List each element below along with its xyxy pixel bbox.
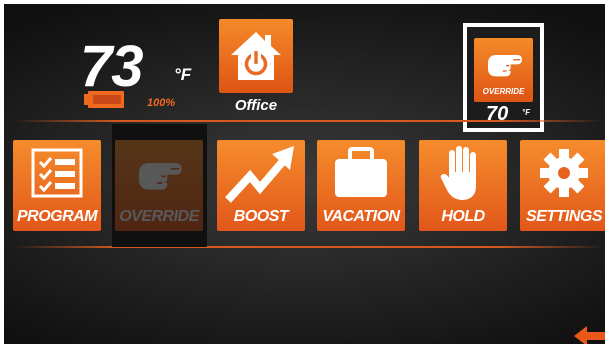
- override-button[interactable]: OVERRIDE: [115, 140, 203, 231]
- override-label: OVERRIDE: [119, 208, 199, 225]
- hand-icon: [440, 146, 476, 200]
- thermostat-screen: 73 °F 100% Office OVERRIDE 70 °F PROGRAM…: [4, 4, 605, 344]
- current-temperature: 73: [80, 34, 144, 99]
- battery-icon: [84, 91, 124, 108]
- setpoint-unit: °F: [522, 108, 531, 117]
- location-label: Office: [234, 97, 278, 114]
- divider-bottom: [14, 246, 604, 248]
- divider-top: [14, 120, 604, 122]
- boost-button[interactable]: BOOST: [217, 140, 305, 231]
- battery-percentage: 100%: [147, 97, 176, 109]
- back-arrow-icon: [574, 326, 605, 344]
- gear-icon: [540, 149, 588, 197]
- hold-label: HOLD: [441, 208, 485, 225]
- mode-label: OVERRIDE: [482, 87, 525, 96]
- settings-label: SETTINGS: [525, 208, 603, 225]
- location-button[interactable]: Office: [219, 19, 293, 117]
- settings-button[interactable]: SETTINGS: [520, 140, 605, 231]
- vacation-label: VACATION: [322, 208, 400, 225]
- boost-label: BOOST: [233, 208, 289, 225]
- house-power-icon: [231, 32, 281, 80]
- suitcase-icon: [335, 147, 387, 197]
- temperature-unit: °F: [174, 65, 192, 84]
- checklist-icon: [31, 148, 83, 198]
- hold-button[interactable]: HOLD: [419, 140, 507, 231]
- pointing-hand-icon: [488, 55, 522, 77]
- pointing-hand-icon: [139, 163, 182, 190]
- vacation-button[interactable]: VACATION: [317, 140, 405, 231]
- trend-up-arrow-icon: [225, 146, 294, 203]
- program-label: PROGRAM: [16, 208, 98, 225]
- current-mode-indicator[interactable]: OVERRIDE 70 °F: [463, 23, 544, 132]
- program-button[interactable]: PROGRAM: [13, 140, 101, 231]
- back-button[interactable]: [572, 324, 605, 344]
